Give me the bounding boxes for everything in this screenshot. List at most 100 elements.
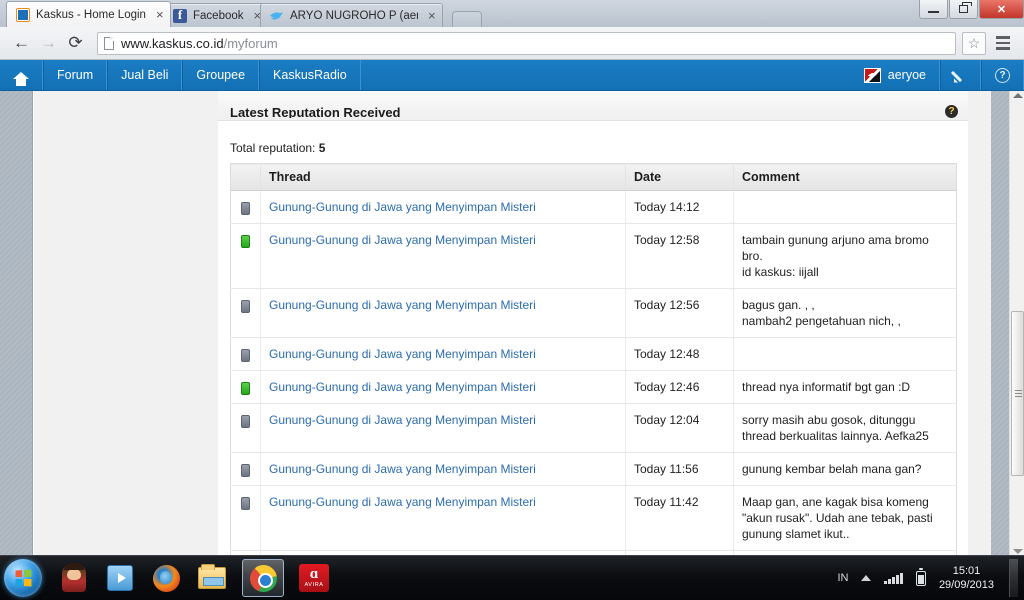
reputation-cell <box>230 190 261 224</box>
back-button[interactable]: ← <box>8 30 35 57</box>
show-hidden-icons-icon[interactable] <box>861 575 872 581</box>
twitter-favicon-icon <box>270 9 284 23</box>
taskbar-item-chrome[interactable] <box>242 559 284 597</box>
navbar-right: aeryoe ? <box>851 60 1024 90</box>
comment-cell: Maap gan, ane kagak bisa komeng "akun ru… <box>733 485 957 551</box>
thread-cell: Gunung-Gunung di Jawa yang Menyimpan Mis… <box>260 452 626 486</box>
bookmark-star-icon[interactable]: ☆ <box>962 31 986 55</box>
thread-link[interactable]: Gunung-Gunung di Jawa yang Menyimpan Mis… <box>269 462 536 476</box>
navbar-spacer <box>361 60 851 90</box>
thread-cell: Gunung-Gunung di Jawa yang Menyimpan Mis… <box>260 223 626 289</box>
comment-cell: thread nya informatif bgt gan :D <box>733 370 957 404</box>
tab-close-icon[interactable]: × <box>428 8 436 23</box>
reputation-cell <box>230 370 261 404</box>
thread-link[interactable]: Gunung-Gunung di Jawa yang Menyimpan Mis… <box>269 347 536 361</box>
taskbar-item-media-player[interactable] <box>104 562 136 594</box>
date-cell: Today 11:42 <box>625 485 734 551</box>
forward-button[interactable]: → <box>35 30 62 57</box>
nav-item-forum[interactable]: Forum <box>43 60 108 90</box>
thread-link[interactable]: Gunung-Gunung di Jawa yang Menyimpan Mis… <box>269 495 536 509</box>
content-wrapper: Latest Reputation Received ? Total reput… <box>34 91 991 555</box>
battery-icon[interactable] <box>915 567 926 586</box>
reputation-neutral-icon <box>241 300 250 314</box>
clock[interactable]: 15:01 29/09/2013 <box>939 564 994 592</box>
reputation-neutral-icon <box>241 202 250 216</box>
page-scrollbar[interactable] <box>1009 91 1024 555</box>
reputation-cell <box>230 223 261 289</box>
start-button[interactable] <box>4 559 42 597</box>
window-controls: ✕ <box>918 0 1024 20</box>
column-header-date[interactable]: Date <box>625 163 734 191</box>
total-reputation-value: 5 <box>318 141 326 155</box>
page-viewport: Forum Jual Beli Groupee KaskusRadio aery… <box>0 60 1024 555</box>
table-row: Gunung-Gunung di Jawa yang Menyimpan Mis… <box>230 223 957 289</box>
reload-button[interactable]: ⟳ <box>62 30 89 57</box>
taskbar-item-firefox[interactable] <box>150 562 182 594</box>
system-tray: IN 15:01 29/09/2013 <box>837 559 1024 597</box>
comment-cell <box>733 337 957 371</box>
minimize-button[interactable] <box>919 0 948 19</box>
date-cell: Today 12:04 <box>625 403 734 453</box>
right-background-strip <box>991 91 1009 555</box>
user-menu[interactable]: aeryoe <box>851 60 940 90</box>
page-title: Latest Reputation Received <box>230 107 401 118</box>
thread-cell: Gunung-Gunung di Jawa yang Menyimpan Mis… <box>260 337 626 371</box>
minimize-icon <box>928 11 939 13</box>
show-desktop-button[interactable] <box>1009 559 1018 597</box>
url-host: www.kaskus.co.id <box>121 35 224 51</box>
panel-help-icon[interactable]: ? <box>945 105 958 118</box>
facebook-favicon-icon <box>172 8 187 23</box>
browser-tab-kaskus[interactable]: Kaskus - Home Login × <box>6 1 171 27</box>
total-reputation: Total reputation: 5 <box>218 121 968 163</box>
new-tab-button[interactable] <box>452 11 483 27</box>
date-cell: Today 12:48 <box>625 337 734 371</box>
column-header-comment[interactable]: Comment <box>733 163 957 191</box>
clock-time: 15:01 <box>952 565 981 577</box>
restore-button[interactable] <box>949 0 978 19</box>
thread-link[interactable]: Gunung-Gunung di Jawa yang Menyimpan Mis… <box>269 380 536 394</box>
close-window-button[interactable]: ✕ <box>979 0 1024 19</box>
address-bar[interactable]: www.kaskus.co.id/myforum <box>97 31 956 55</box>
reputation-positive-icon <box>241 382 250 396</box>
scroll-down-arrow-icon[interactable] <box>1013 549 1023 554</box>
chrome-menu-icon[interactable] <box>990 30 1016 56</box>
comment-cell <box>733 190 957 224</box>
column-header-icon <box>230 163 261 191</box>
tab-title: Kaskus - Home Login <box>36 8 146 21</box>
scrollbar-thumb[interactable] <box>1011 311 1024 476</box>
thread-link[interactable]: Gunung-Gunung di Jawa yang Menyimpan Mis… <box>269 298 536 312</box>
taskbar-item-game[interactable] <box>58 562 90 594</box>
tab-close-icon[interactable]: × <box>156 7 164 22</box>
network-signal-icon[interactable] <box>884 572 903 584</box>
compose-button[interactable] <box>940 60 981 90</box>
table-row: Gunung-Gunung di Jawa yang Menyimpan Mis… <box>230 452 957 486</box>
help-button[interactable]: ? <box>981 60 1024 90</box>
reputation-neutral-icon <box>241 497 250 511</box>
nav-item-groupee[interactable]: Groupee <box>182 60 260 90</box>
nav-home-button[interactable] <box>0 60 43 90</box>
url-path: /myforum <box>223 35 278 51</box>
language-indicator[interactable]: IN <box>837 572 848 584</box>
thread-link[interactable]: Gunung-Gunung di Jawa yang Menyimpan Mis… <box>269 233 536 247</box>
thread-link[interactable]: Gunung-Gunung di Jawa yang Menyimpan Mis… <box>269 413 536 427</box>
table-row: Gunung-Gunung di Jawa yang Menyimpan Mis… <box>230 370 957 404</box>
comment-cell: gunung kembar belah mana gan? <box>733 452 957 486</box>
taskbar-item-avira[interactable]: ɑ AVIRA <box>298 562 330 594</box>
nav-item-kaskusradio[interactable]: KaskusRadio <box>259 60 361 90</box>
windows-taskbar: ɑ AVIRA IN 15:01 29/09/2013 <box>0 555 1024 600</box>
reputation-neutral-icon <box>241 464 250 478</box>
firefox-icon <box>152 564 180 592</box>
column-header-thread[interactable]: Thread <box>260 163 626 191</box>
chrome-icon <box>249 564 277 592</box>
date-cell: Today 12:58 <box>625 223 734 289</box>
comment-cell: tambain gunung arjuno ama bromo bro. id k… <box>733 223 957 289</box>
taskbar-item-explorer[interactable] <box>196 562 228 594</box>
nav-item-jual-beli[interactable]: Jual Beli <box>107 60 183 90</box>
thread-link[interactable]: Gunung-Gunung di Jawa yang Menyimpan Mis… <box>269 200 536 214</box>
browser-window: Kaskus - Home Login × Facebook × ARYO NU… <box>0 0 1024 555</box>
table-header: Thread Date Comment <box>230 163 957 191</box>
browser-tab-twitter[interactable]: ARYO NUGROHO P (aeryo × <box>259 3 443 27</box>
scroll-up-arrow-icon[interactable] <box>1013 93 1023 98</box>
panel-header: Latest Reputation Received ? <box>218 91 968 121</box>
browser-tab-facebook[interactable]: Facebook × <box>162 3 268 27</box>
